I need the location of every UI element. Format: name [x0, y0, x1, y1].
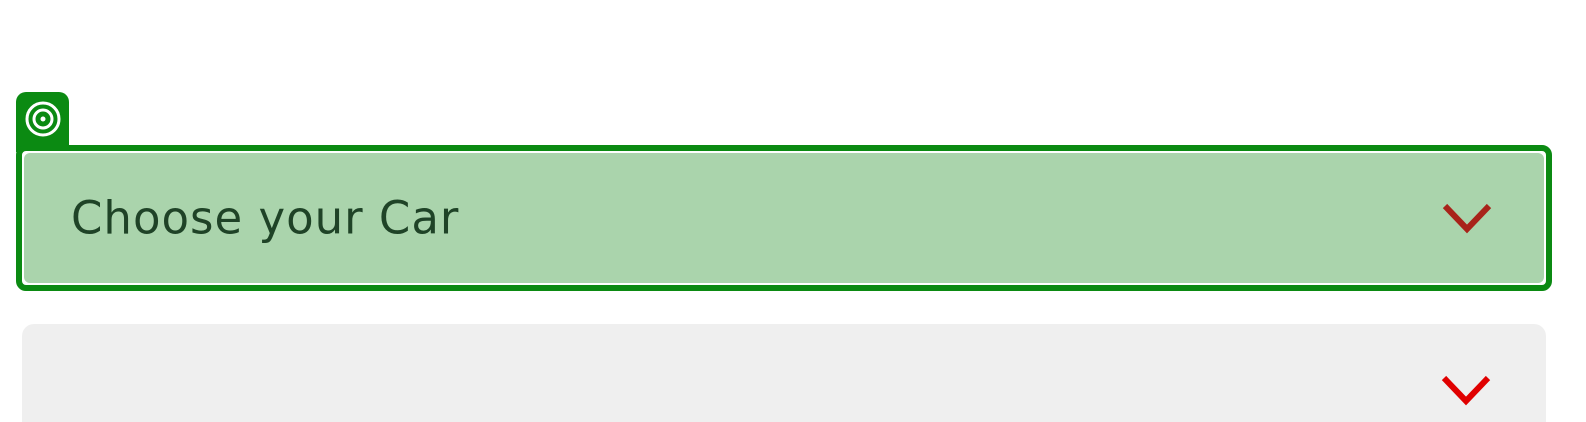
car-select-label: Choose your Car	[71, 191, 460, 245]
car-select-field[interactable]: Choose your Car	[24, 153, 1544, 283]
target-icon	[25, 101, 61, 137]
secondary-select[interactable]	[22, 324, 1546, 422]
page: Choose your Car	[0, 0, 1586, 422]
car-select[interactable]: Choose your Car	[16, 145, 1552, 291]
chevron-down-icon[interactable]	[1442, 202, 1492, 234]
chevron-down-icon[interactable]	[1441, 374, 1491, 406]
focus-indicator-tab	[16, 92, 69, 152]
